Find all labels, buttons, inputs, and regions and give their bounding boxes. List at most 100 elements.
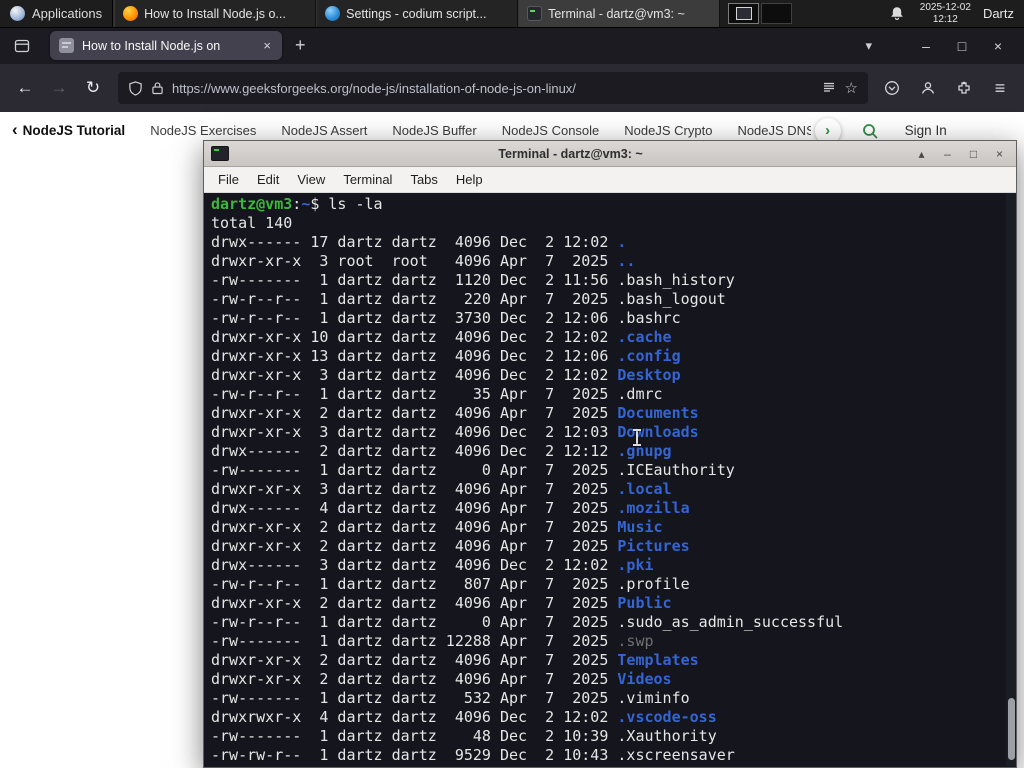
- clock-time: 12:12: [932, 13, 958, 25]
- terminal-menu-file[interactable]: File: [209, 172, 248, 187]
- terminal-ls-row: -rw------- 1 dartz dartz 12288 Apr 7 202…: [211, 632, 654, 650]
- terminal-ls-row: drwxr-xr-x 2 dartz dartz 4096 Apr 7 2025…: [211, 594, 672, 612]
- top-panel: Applications How to Install Node.js o...…: [0, 0, 1024, 28]
- terminal-ls-row: -rw------- 1 dartz dartz 532 Apr 7 2025 …: [211, 689, 690, 707]
- terminal-prompt-line: dartz@vm3:~$ ls -la: [211, 195, 383, 213]
- terminal-total-line: total 140: [211, 214, 293, 232]
- tab-close-icon[interactable]: ×: [261, 38, 273, 53]
- site-nav-item[interactable]: NodeJS Console: [502, 123, 600, 138]
- taskbar-item-label: Terminal - dartz@vm3: ~: [548, 6, 685, 21]
- url-bar[interactable]: https://www.geeksforgeeks.org/node-js/in…: [118, 72, 868, 104]
- workspace-window-thumb: [736, 7, 753, 20]
- terminal-ls-row: drwxr-xr-x 2 dartz dartz 4096 Apr 7 2025…: [211, 537, 690, 555]
- terminal-ls-row: drwxr-xr-x 2 dartz dartz 4096 Apr 7 2025…: [211, 670, 672, 688]
- terminal-menu-help[interactable]: Help: [447, 172, 492, 187]
- account-icon[interactable]: [912, 72, 944, 104]
- tracking-shield-icon[interactable]: [128, 80, 143, 96]
- list-all-tabs-icon[interactable]: ▾: [855, 38, 882, 54]
- extensions-icon[interactable]: [948, 72, 980, 104]
- taskbar-item[interactable]: Settings - codium script...: [316, 0, 519, 27]
- site-nav-item[interactable]: NodeJS Assert: [281, 123, 367, 138]
- terminal-menu-terminal[interactable]: Terminal: [334, 172, 401, 187]
- toolbar-icons: ≡: [876, 72, 1016, 104]
- terminal-menu-view[interactable]: View: [288, 172, 334, 187]
- terminal-ls-row: drwxrwxr-x 4 dartz dartz 4096 Dec 2 12:0…: [211, 708, 717, 726]
- workspace-2[interactable]: [761, 3, 793, 24]
- terminal-scrollbar[interactable]: [1006, 193, 1016, 766]
- terminal-ls-row: drwx------ 2 dartz dartz 4096 Dec 2 12:1…: [211, 442, 672, 460]
- terminal-ls-row: drwxr-xr-x 13 dartz dartz 4096 Dec 2 12:…: [211, 347, 681, 365]
- workspace-1[interactable]: [728, 3, 760, 24]
- applications-menu-icon: [10, 6, 25, 21]
- clock[interactable]: 2025-12-02 12:12: [912, 0, 979, 27]
- search-icon[interactable]: [861, 122, 879, 140]
- site-nav-item[interactable]: NodeJS Tutorial: [23, 123, 126, 138]
- back-button[interactable]: ←: [8, 72, 42, 104]
- terminal-ls-row: -rw-r--r-- 1 dartz dartz 35 Apr 7 2025 .…: [211, 385, 663, 403]
- terminal-ls-row: drwxr-xr-x 2 dartz dartz 4096 Apr 7 2025…: [211, 651, 699, 669]
- terminal-ls-row: drwxr-xr-x 3 dartz dartz 4096 Dec 2 12:0…: [211, 423, 699, 441]
- terminal-ls-row: drwxr-xr-x 3 root root 4096 Apr 7 2025 .…: [211, 252, 636, 270]
- site-nav-item[interactable]: NodeJS Buffer: [392, 123, 476, 138]
- tab-title: How to Install Node.js on: [82, 38, 221, 53]
- nav-scroll-left-icon[interactable]: ‹: [10, 120, 23, 142]
- terminal-ls-row: drwx------ 17 dartz dartz 4096 Dec 2 12:…: [211, 233, 627, 251]
- terminal-ls-row: drwx------ 3 dartz dartz 4096 Dec 2 12:0…: [211, 556, 654, 574]
- url-text[interactable]: https://www.geeksforgeeks.org/node-js/in…: [172, 81, 813, 96]
- site-nav: NodeJS Tutorial NodeJS Exercises NodeJS As…: [23, 123, 811, 138]
- lock-icon[interactable]: [152, 81, 163, 95]
- site-nav-item[interactable]: NodeJS DNS: [737, 123, 810, 138]
- terminal-ls-row: drwxr-xr-x 2 dartz dartz 4096 Apr 7 2025…: [211, 518, 663, 536]
- terminal-window: Terminal - dartz@vm3: ~ ▴ – □ × File Edit…: [203, 140, 1017, 768]
- bookmark-star-icon[interactable]: ☆: [845, 79, 858, 97]
- terminal-ls-row: -rw------- 1 dartz dartz 0 Apr 7 2025 .I…: [211, 461, 735, 479]
- taskbar-item[interactable]: How to Install Node.js o...: [114, 0, 317, 27]
- terminal-scrollbar-thumb[interactable]: [1008, 698, 1015, 760]
- taskbar-item-label: Settings - codium script...: [346, 6, 487, 21]
- terminal-ls-row: drwxr-xr-x 2 dartz dartz 4096 Apr 7 2025…: [211, 404, 699, 422]
- terminal-titlebar[interactable]: Terminal - dartz@vm3: ~ ▴ – □ ×: [204, 141, 1016, 167]
- new-tab-button[interactable]: +: [282, 35, 319, 56]
- terminal-icon: [527, 6, 543, 21]
- terminal-ls-row: -rw------- 1 dartz dartz 48 Dec 2 10:39 …: [211, 727, 717, 745]
- browser-window-controls: – □ ×: [908, 38, 1016, 54]
- reload-button[interactable]: ↻: [76, 72, 110, 104]
- terminal-close-button[interactable]: ×: [990, 147, 1009, 161]
- reader-mode-icon[interactable]: [822, 81, 836, 95]
- notification-bell-icon[interactable]: [882, 0, 912, 27]
- browser-minimize-button[interactable]: –: [908, 38, 944, 54]
- terminal-menu-tabs[interactable]: Tabs: [401, 172, 446, 187]
- forward-button[interactable]: →: [42, 72, 76, 104]
- terminal-ls-row: -rw-r--r-- 1 dartz dartz 807 Apr 7 2025 …: [211, 575, 690, 593]
- terminal-ls-row: drwx------ 4 dartz dartz 4096 Apr 7 2025…: [211, 499, 690, 517]
- pocket-icon[interactable]: [876, 72, 908, 104]
- terminal-menu-edit[interactable]: Edit: [248, 172, 288, 187]
- clock-date: 2025-12-02: [919, 1, 971, 13]
- panel-user-label[interactable]: Dartz: [979, 0, 1024, 27]
- tab-favicon: [59, 38, 74, 53]
- menu-icon[interactable]: ≡: [984, 72, 1016, 104]
- terminal-maximize-button[interactable]: □: [964, 147, 983, 161]
- browser-close-button[interactable]: ×: [980, 38, 1016, 54]
- terminal-ls-row: -rw------- 1 dartz dartz 1120 Dec 2 11:5…: [211, 271, 735, 289]
- workspace-switcher[interactable]: [720, 0, 800, 27]
- terminal-ls-row: -rw-r--r-- 1 dartz dartz 0 Apr 7 2025 .s…: [211, 613, 844, 631]
- site-nav-item[interactable]: NodeJS Exercises: [150, 123, 256, 138]
- browser-tab[interactable]: How to Install Node.js on ×: [50, 31, 282, 60]
- taskbar-item[interactable]: Terminal - dartz@vm3: ~: [518, 0, 721, 27]
- terminal-body[interactable]: dartz@vm3:~$ ls -la total 140 drwx------ 1…: [204, 193, 1016, 767]
- settings-icon: [325, 6, 341, 21]
- terminal-shade-button[interactable]: ▴: [912, 147, 931, 161]
- terminal-ls-row: drwxr-xr-x 3 dartz dartz 4096 Dec 2 12:0…: [211, 366, 681, 384]
- taskbar-item-label: How to Install Node.js o...: [144, 6, 286, 21]
- terminal-ls-row: -rw-r--r-- 1 dartz dartz 220 Apr 7 2025 …: [211, 290, 726, 308]
- taskbar: How to Install Node.js o... Settings - co…: [114, 0, 721, 27]
- sign-in-button[interactable]: Sign In: [905, 123, 947, 138]
- firefox-view-icon[interactable]: [8, 32, 36, 60]
- site-nav-item[interactable]: NodeJS Crypto: [624, 123, 712, 138]
- panel-spacer: [800, 0, 882, 27]
- terminal-minimize-button[interactable]: –: [938, 147, 957, 161]
- terminal-ls-row: -rw-r--r-- 1 dartz dartz 3730 Dec 2 12:0…: [211, 309, 681, 327]
- applications-menu[interactable]: Applications: [0, 0, 112, 27]
- browser-maximize-button[interactable]: □: [944, 38, 980, 54]
